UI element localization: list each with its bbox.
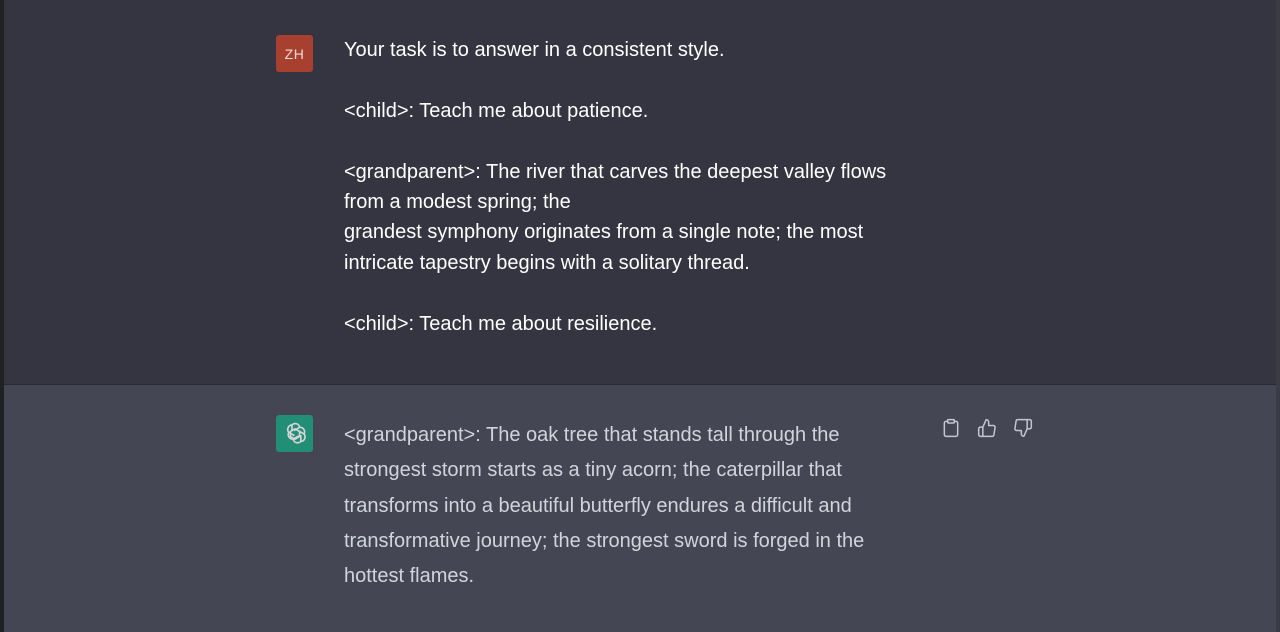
scrollbar-track[interactable]: [1276, 0, 1280, 632]
copy-icon: [943, 418, 959, 438]
user-message-paragraph: <child>: Teach me about resilience.: [344, 312, 658, 335]
user-message-paragraph: <child>: Teach me about patience.: [344, 99, 649, 122]
user-message-text: Your task is to answer in a consistent s…: [344, 35, 904, 339]
assistant-message-text: <grandparent>: The oak tree that stands …: [344, 424, 865, 588]
copy-button[interactable]: [940, 417, 962, 439]
thumbs-down-button[interactable]: [1012, 417, 1034, 439]
thumbs-down-icon: [1014, 418, 1033, 438]
user-message-paragraph: <grandparent>: The river that carves the…: [344, 160, 887, 274]
user-avatar-initials: ZH: [284, 45, 305, 62]
user-avatar: ZH: [276, 35, 313, 72]
assistant-message-row: <grandparent>: The oak tree that stands …: [4, 385, 1276, 632]
message-actions: [940, 417, 1034, 439]
user-message-paragraph: Your task is to answer in a consistent s…: [344, 39, 725, 61]
openai-logo-icon: [286, 422, 306, 444]
thumbs-up-button[interactable]: [976, 417, 998, 439]
user-message-row: ZH Your task is to answer in a consisten…: [4, 0, 1276, 385]
assistant-avatar: [276, 415, 313, 452]
thumbs-up-icon: [977, 418, 996, 438]
